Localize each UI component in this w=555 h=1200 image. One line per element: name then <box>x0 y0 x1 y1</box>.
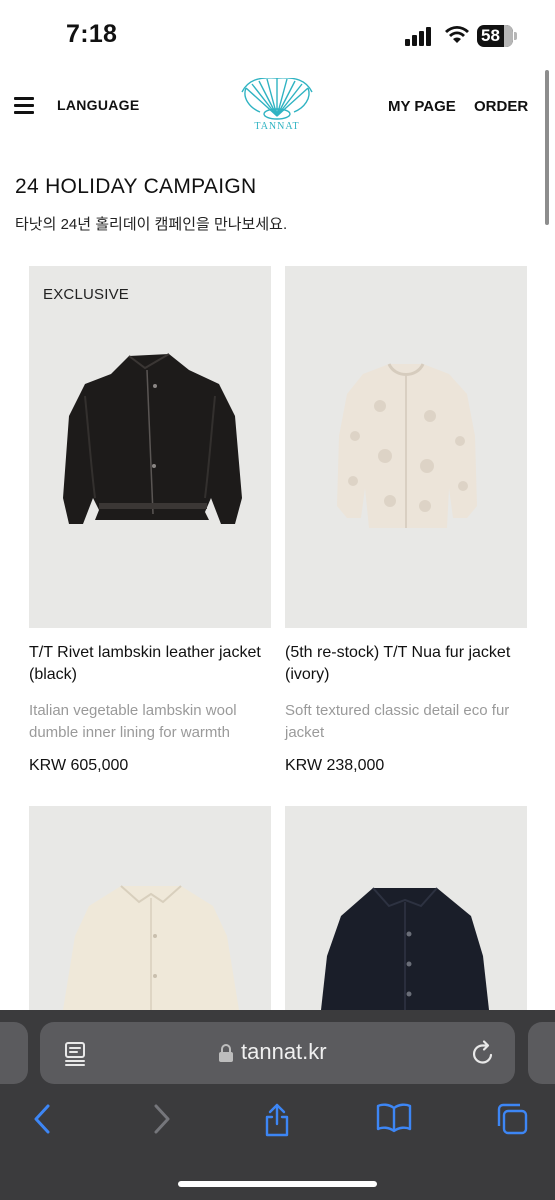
shell-logo-icon <box>241 77 313 120</box>
campaign-title: 24 HOLIDAY CAMPAIGN <box>15 175 257 198</box>
hamburger-menu-icon[interactable] <box>14 97 34 115</box>
ivory-fur-jacket-image <box>337 363 477 528</box>
cellular-signal-icon <box>405 26 435 46</box>
tabs-icon[interactable] <box>495 1102 529 1136</box>
share-icon[interactable] <box>262 1102 292 1138</box>
exclusive-badge: EXCLUSIVE <box>43 286 129 303</box>
next-tab-preview[interactable] <box>528 1022 555 1084</box>
status-bar: 7:18 58 <box>0 0 555 70</box>
url-text[interactable]: tannat.kr <box>241 1039 327 1065</box>
reader-mode-icon[interactable] <box>63 1041 87 1067</box>
product-price: KRW 605,000 <box>29 757 129 774</box>
wifi-icon <box>445 26 469 43</box>
battery-level: 58 <box>481 26 500 45</box>
product-price: KRW 238,000 <box>285 757 385 774</box>
status-time: 7:18 <box>66 20 118 48</box>
scrollbar-thumb[interactable] <box>545 70 549 225</box>
cream-wool-jacket-image <box>63 885 239 1010</box>
browser-toolbar: tannat.kr <box>0 1010 555 1200</box>
product-description: Soft textured classic detail eco fur jac… <box>285 702 510 741</box>
battery-icon: 58 <box>477 25 517 47</box>
language-link[interactable]: LANGUAGE <box>57 97 140 113</box>
product-name[interactable]: T/T Rivet lambskin leather jacket (black… <box>29 642 279 686</box>
my-page-link[interactable]: MY PAGE <box>388 98 456 115</box>
bookmarks-icon[interactable] <box>376 1102 412 1134</box>
lock-icon <box>219 1044 233 1062</box>
forward-arrow-icon[interactable] <box>150 1102 174 1136</box>
home-indicator[interactable] <box>178 1181 377 1187</box>
product-description: Italian vegetable lambskin wool dumble i… <box>29 702 237 741</box>
order-link[interactable]: ORDER <box>474 98 528 115</box>
reload-icon[interactable] <box>470 1039 496 1067</box>
product-name[interactable]: (5th re-stock) T/T Nua fur jacket (ivory… <box>285 642 535 686</box>
address-bar[interactable]: tannat.kr <box>40 1022 515 1084</box>
black-leather-jacket-image <box>63 353 242 524</box>
previous-tab-preview[interactable] <box>0 1022 28 1084</box>
product-image[interactable]: EXCLUSIVE <box>29 266 271 628</box>
navy-wool-jacket-image <box>321 887 489 1010</box>
campaign-subtitle: 타낫의 24년 홀리데이 캠페인을 만나보세요. <box>15 216 288 233</box>
product-image[interactable] <box>285 266 527 628</box>
tannat-logo[interactable]: TANNAT <box>238 77 316 136</box>
logo-text: TANNAT <box>254 121 300 132</box>
back-arrow-icon[interactable] <box>30 1102 54 1136</box>
